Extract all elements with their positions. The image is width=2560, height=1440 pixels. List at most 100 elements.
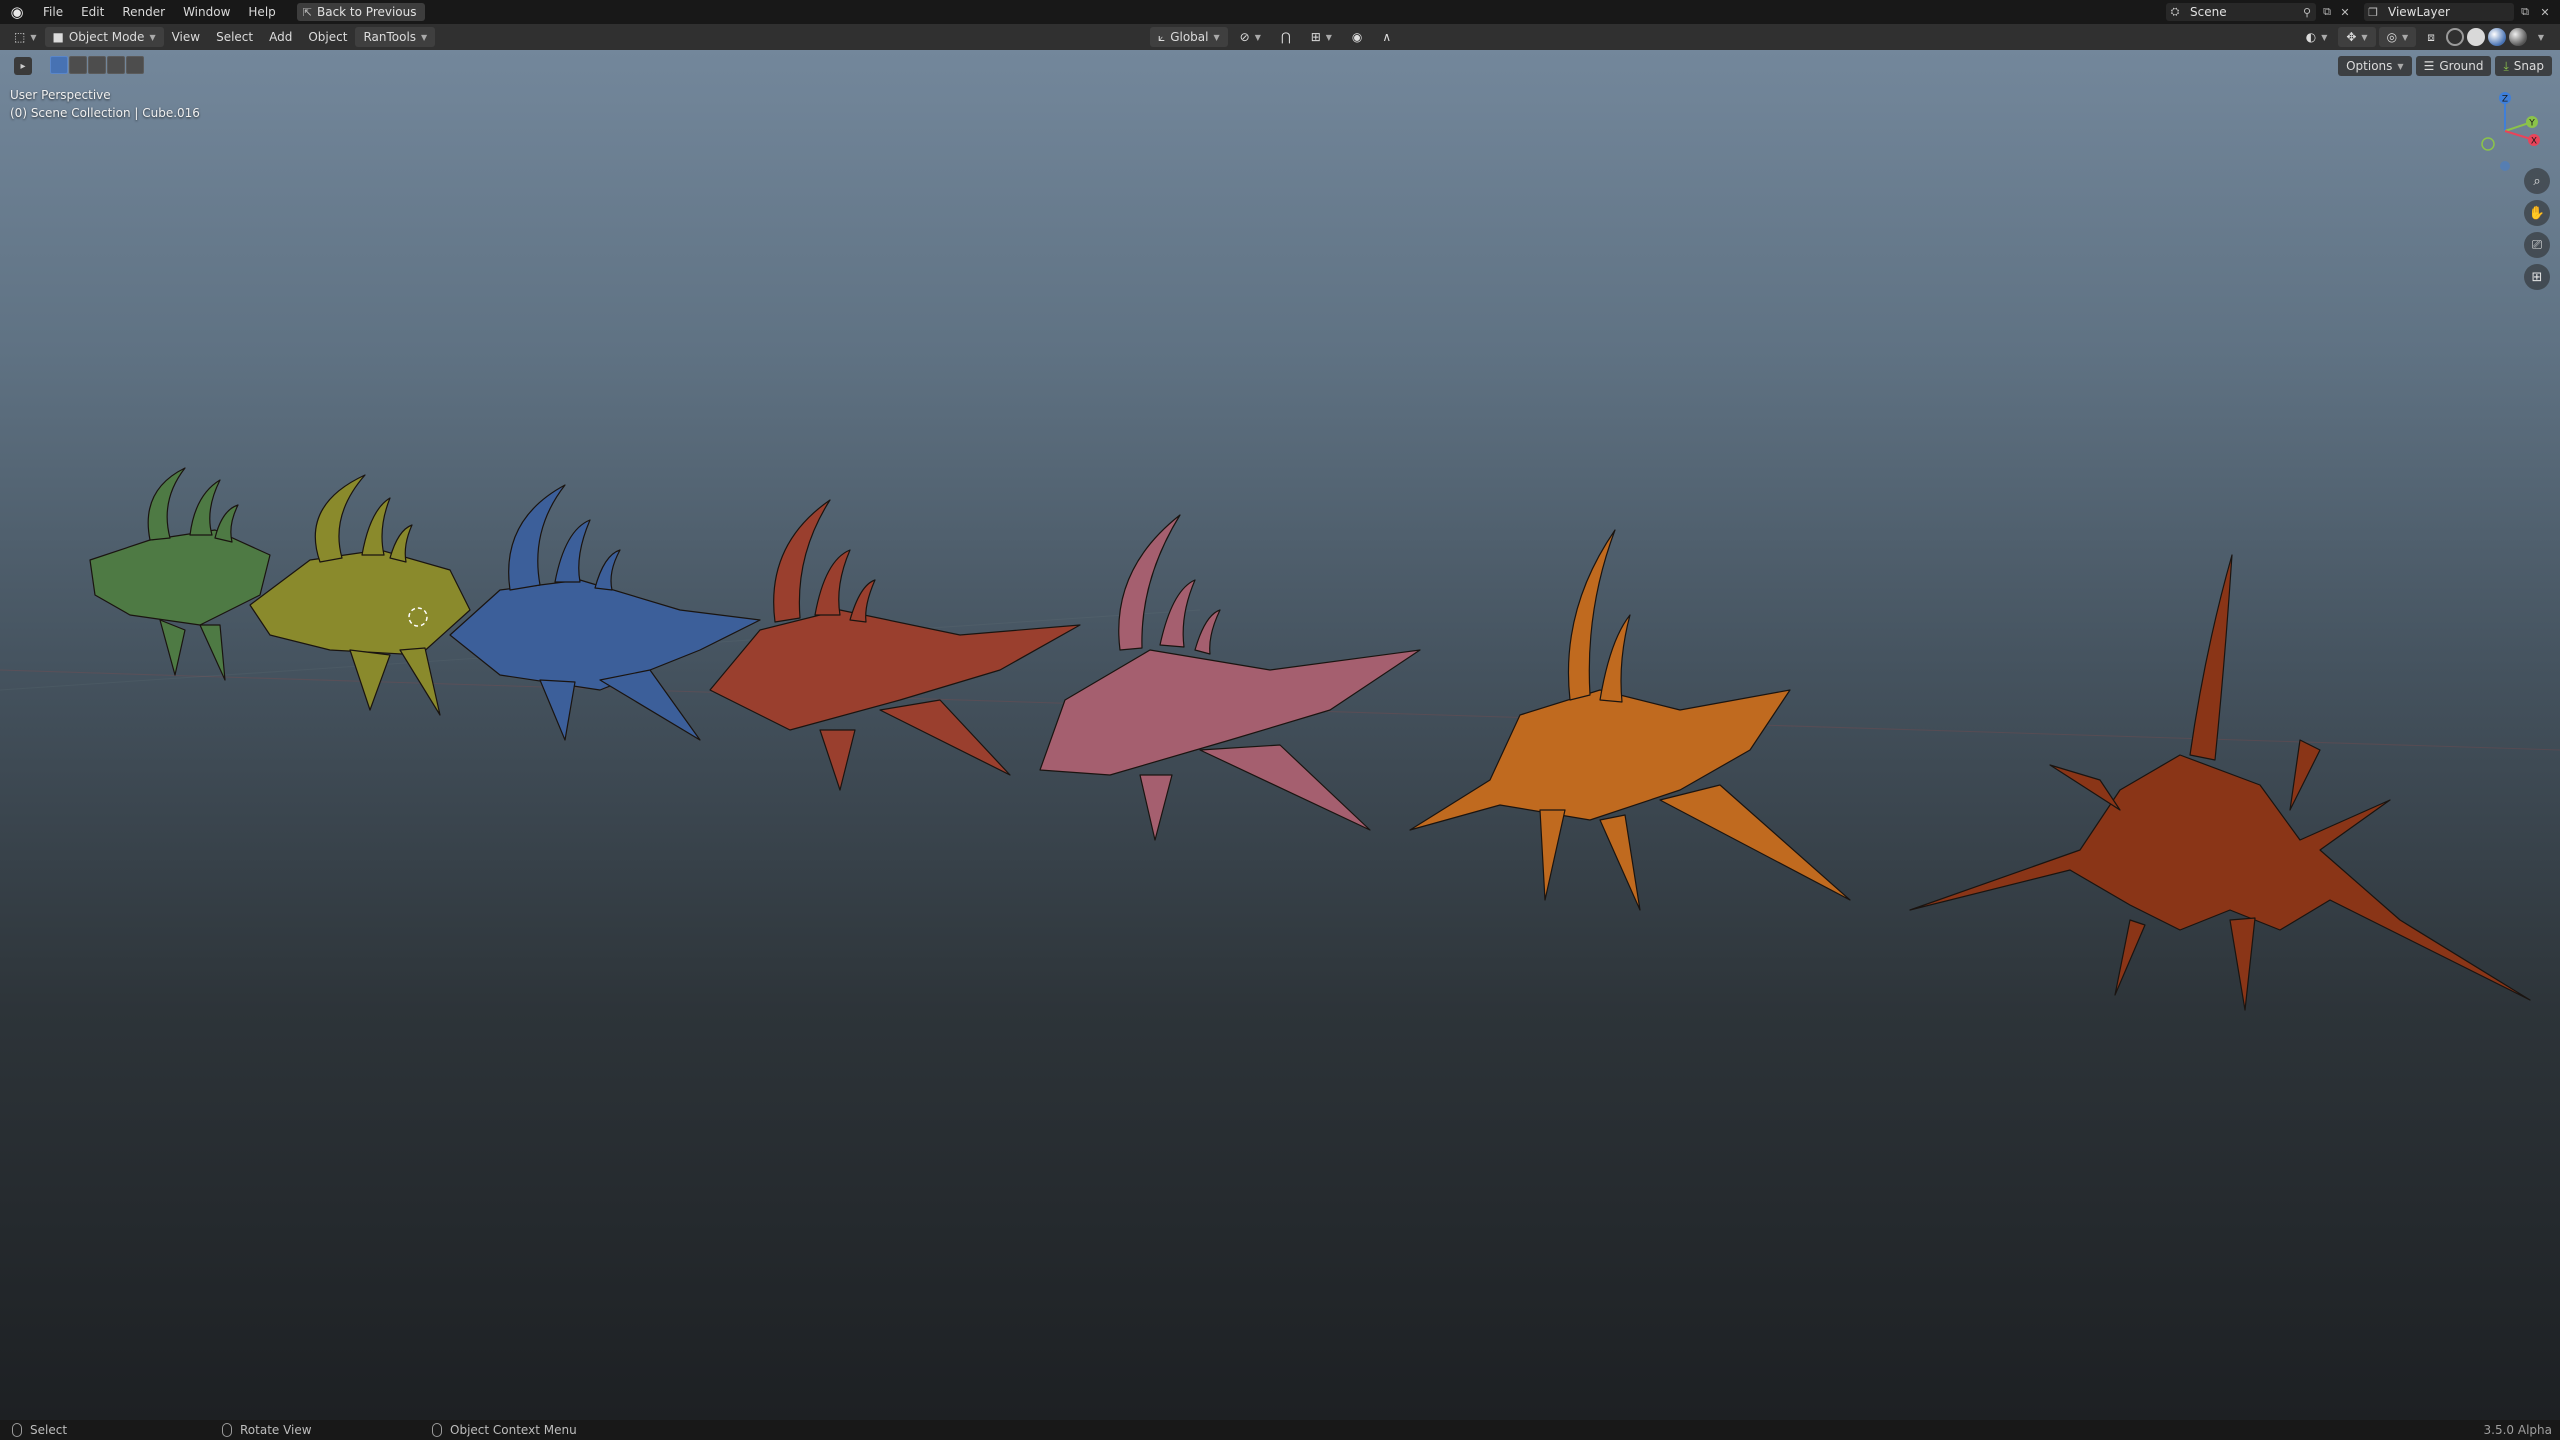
ground-icon: ☰ bbox=[2423, 59, 2435, 73]
chevron-down-icon: ▼ bbox=[1254, 32, 1261, 42]
select-invert-icon[interactable] bbox=[107, 56, 125, 74]
back-to-previous-label: Back to Previous bbox=[316, 5, 417, 19]
select-subtract-icon[interactable] bbox=[88, 56, 106, 74]
orientation-selector[interactable]: ⟀ Global ▼ bbox=[1150, 27, 1228, 47]
tool-header: ▸ Options ▼ ☰ Ground ⤓ Snap bbox=[0, 54, 2560, 78]
pivot-point-button[interactable]: ⊘ ▼ bbox=[1232, 27, 1269, 47]
creature-model bbox=[1409, 529, 1851, 911]
snap-target-button[interactable]: ⊞ ▼ bbox=[1303, 27, 1340, 47]
rantools-label: RanTools bbox=[363, 30, 417, 44]
material-shading-icon[interactable] bbox=[2487, 28, 2506, 46]
toolbar-toggle-icon[interactable]: ▸ bbox=[14, 57, 32, 75]
xray-toggle-button[interactable]: ⧈ bbox=[2419, 27, 2443, 47]
status-bar: Select Rotate View Object Context Menu 3… bbox=[0, 1420, 2560, 1440]
options-button[interactable]: Options ▼ bbox=[2338, 56, 2412, 76]
menu-add[interactable]: Add bbox=[261, 27, 300, 47]
blender-logo-icon[interactable]: ◉ bbox=[0, 0, 34, 24]
snap-button[interactable]: ⤓ Snap bbox=[2495, 56, 2552, 76]
neg-y-axis-handle bbox=[2481, 137, 2495, 151]
viewport-right-buttons: Options ▼ ☰ Ground ⤓ Snap bbox=[2338, 56, 2552, 76]
eye-icon: ◐ bbox=[2305, 30, 2317, 44]
status-context-menu: Object Context Menu bbox=[432, 1420, 577, 1440]
shading-options-button[interactable]: ▼ bbox=[2530, 27, 2552, 47]
chevron-down-icon: ▼ bbox=[1325, 32, 1332, 42]
back-to-previous-button[interactable]: ⇱ Back to Previous bbox=[296, 3, 425, 21]
transform-controls: ⟀ Global ▼ ⊘ ▼ ⋂ ⊞ ▼ ◉ ∧ bbox=[1150, 27, 1399, 47]
viewlayer-selector[interactable]: ❐ ViewLayer bbox=[2364, 3, 2514, 21]
creature-model bbox=[709, 499, 1081, 791]
ground-button[interactable]: ☰ Ground bbox=[2415, 56, 2492, 76]
gizmo-icon: ✥ bbox=[2346, 30, 2357, 44]
chevron-down-icon: ▼ bbox=[2361, 32, 2368, 42]
delete-viewlayer-icon[interactable]: ✕ bbox=[2536, 3, 2554, 21]
z-axis-label: Z bbox=[2502, 95, 2508, 105]
grid-icon[interactable]: ⊞ bbox=[2524, 264, 2550, 290]
creature-models[interactable] bbox=[0, 50, 2560, 1420]
rantools-menu[interactable]: RanTools ▼ bbox=[355, 27, 436, 47]
menu-window[interactable]: Window bbox=[174, 0, 239, 24]
menu-view[interactable]: View bbox=[164, 27, 208, 47]
y-axis-label: Y bbox=[2528, 119, 2535, 129]
orientation-label: Global bbox=[1170, 30, 1209, 44]
solid-shading-icon[interactable] bbox=[2466, 28, 2485, 46]
snap-toggle-button[interactable]: ⋂ bbox=[1273, 27, 1299, 47]
status-select: Select bbox=[12, 1420, 67, 1440]
menu-help[interactable]: Help bbox=[239, 0, 284, 24]
scene-selector[interactable]: ⛭ Scene ⚲ bbox=[2166, 3, 2316, 21]
editor-type-button[interactable]: ⬚ ▼ bbox=[6, 27, 45, 47]
view3d-icon: ⬚ bbox=[14, 30, 26, 44]
camera-icon[interactable]: ⎚ bbox=[2524, 232, 2550, 258]
navigation-gizmo[interactable]: Z Y X bbox=[2460, 86, 2550, 176]
viewlayer-icon: ❐ bbox=[2368, 5, 2378, 19]
delete-scene-icon[interactable]: ✕ bbox=[2336, 3, 2354, 21]
select-extend-icon[interactable] bbox=[69, 56, 87, 74]
status-rotate-label: Rotate View bbox=[240, 1423, 312, 1437]
creature-model bbox=[449, 484, 761, 741]
menu-object[interactable]: Object bbox=[300, 27, 355, 47]
proportional-icon: ◉ bbox=[1351, 30, 1363, 44]
magnet-icon: ⋂ bbox=[1280, 30, 1291, 44]
zoom-icon[interactable]: ⌕ bbox=[2524, 168, 2550, 194]
3d-viewport[interactable]: User Perspective (0) Scene Collection | … bbox=[0, 50, 2560, 1420]
menu-edit[interactable]: Edit bbox=[72, 0, 113, 24]
status-rotate: Rotate View bbox=[222, 1420, 312, 1440]
version-label: 3.5.0 Alpha bbox=[2483, 1423, 2552, 1437]
status-context-label: Object Context Menu bbox=[450, 1423, 577, 1437]
chevron-down-icon: ▼ bbox=[421, 32, 428, 42]
mode-selector[interactable]: ■ Object Mode ▼ bbox=[44, 27, 164, 47]
wireframe-shading-icon[interactable] bbox=[2445, 28, 2464, 46]
new-scene-icon[interactable]: ⧉ bbox=[2318, 3, 2336, 21]
orientation-icon: ⟀ bbox=[1158, 29, 1166, 44]
menu-select[interactable]: Select bbox=[208, 27, 261, 47]
select-intersect-icon[interactable] bbox=[126, 56, 144, 74]
overlay-toggle-button[interactable]: ◎ ▼ bbox=[2378, 27, 2417, 47]
gizmo-toggle-button[interactable]: ✥ ▼ bbox=[2338, 27, 2376, 47]
creature-model bbox=[1039, 514, 1421, 841]
chevron-down-icon: ▼ bbox=[30, 32, 37, 42]
chevron-down-icon: ▼ bbox=[149, 32, 156, 42]
rendered-shading-icon[interactable] bbox=[2508, 28, 2527, 46]
select-new-icon[interactable] bbox=[50, 56, 68, 74]
viewport-display-controls: ◐ ▼ ✥ ▼ ◎ ▼ ⧈ ▼ bbox=[2298, 27, 2552, 47]
x-axis-label: X bbox=[2531, 137, 2537, 147]
mouse-middle-icon bbox=[222, 1423, 232, 1437]
snap-icon: ⤓ bbox=[2503, 58, 2509, 73]
creature-model bbox=[1909, 554, 2531, 1011]
pan-hand-icon[interactable]: ✋ bbox=[2524, 200, 2550, 226]
object-mode-icon: ■ bbox=[52, 30, 64, 44]
mouse-right-icon bbox=[432, 1423, 442, 1437]
scene-icon: ⛭ bbox=[2170, 5, 2180, 18]
menu-render[interactable]: Render bbox=[113, 0, 174, 24]
mode-label: Object Mode bbox=[68, 30, 145, 44]
falloff-curve-icon: ∧ bbox=[1382, 30, 1392, 44]
pin-icon[interactable]: ⚲ bbox=[2298, 3, 2316, 21]
visibility-button[interactable]: ◐ ▼ bbox=[2298, 27, 2336, 47]
chevron-down-icon: ▼ bbox=[2397, 61, 2404, 71]
new-viewlayer-icon[interactable]: ⧉ bbox=[2516, 3, 2534, 21]
chevron-down-icon: ▼ bbox=[2321, 32, 2328, 42]
falloff-button[interactable]: ∧ bbox=[1374, 27, 1399, 47]
proportional-edit-button[interactable]: ◉ bbox=[1344, 27, 1370, 47]
chevron-down-icon: ▼ bbox=[1213, 32, 1220, 42]
menu-file[interactable]: File bbox=[34, 0, 72, 24]
snap-label: Snap bbox=[2513, 59, 2544, 73]
